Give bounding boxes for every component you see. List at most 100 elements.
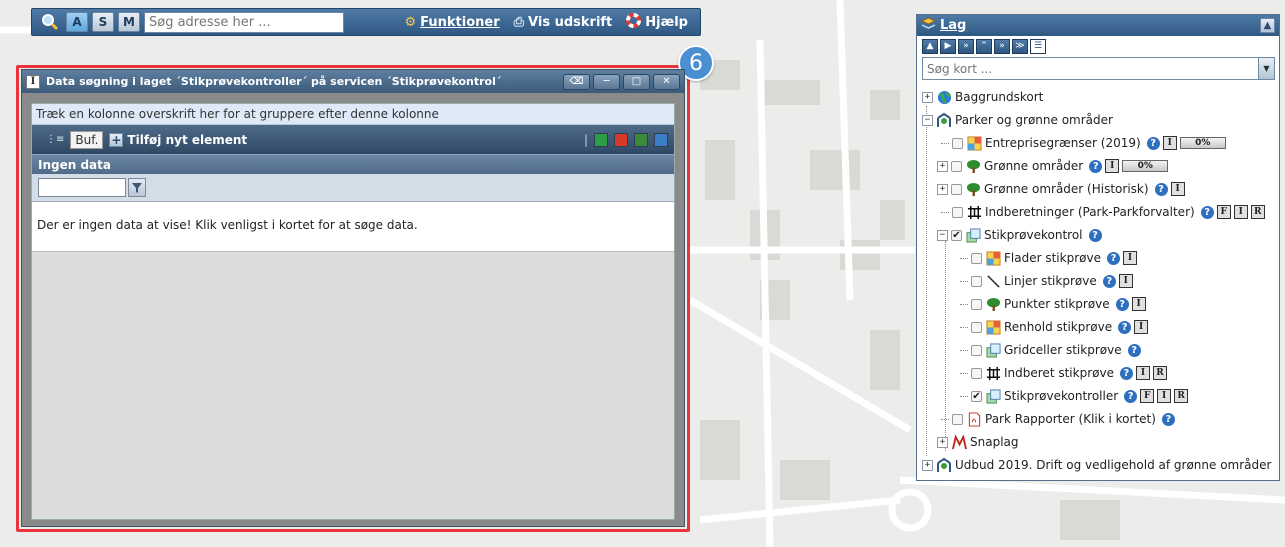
opacity-slider[interactable]: 0%	[1122, 160, 1169, 172]
window-titlebar[interactable]: I Data søgning i laget ´Stikprøvekontrol…	[22, 70, 684, 93]
info-i-button[interactable]: I	[1131, 297, 1146, 311]
expand-toggle[interactable]: +	[937, 436, 948, 448]
help-icon[interactable]: ?	[1124, 389, 1138, 403]
info-i-button[interactable]: I	[1105, 159, 1120, 173]
buf-button[interactable]: Buf.	[70, 130, 104, 149]
info-i-button[interactable]: I	[1122, 251, 1137, 265]
help-icon[interactable]: ?	[1102, 274, 1116, 288]
filter-input[interactable]	[38, 178, 126, 197]
layer-groenne-omraader-historisk[interactable]: + Grønne områder (Historisk) ? I	[937, 178, 1185, 200]
opacity-slider[interactable]: 0%	[1179, 137, 1226, 149]
help-icon[interactable]: ?	[1127, 343, 1141, 357]
excel-export-icon[interactable]	[594, 132, 608, 147]
expand-right-icon[interactable]: »	[994, 38, 1010, 54]
layer-linjer-stikproeve[interactable]: Linjer stikprøve ? I	[960, 270, 1133, 292]
expand-toggle[interactable]: +	[937, 183, 948, 195]
layer-entreprisegraenser[interactable]: Entreprisegrænser (2019) ? I 0%	[941, 132, 1226, 154]
help-icon[interactable]: ?	[1115, 297, 1129, 311]
help-icon[interactable]: ?	[1200, 205, 1214, 219]
group-hint[interactable]: Træk en kolonne overskrift her for at gr…	[32, 104, 674, 125]
zoom-search-icon[interactable]	[38, 12, 62, 32]
filter-f-button[interactable]: F	[1140, 389, 1155, 403]
help-icon[interactable]: ?	[1146, 136, 1160, 150]
report-r-button[interactable]: R	[1174, 389, 1189, 403]
dropdown-arrow-icon[interactable]: ▼	[1258, 58, 1274, 79]
add-element-button[interactable]: + Tilføj nyt element	[109, 132, 247, 147]
csv-export-icon[interactable]	[634, 132, 648, 147]
layer-checkbox-checked[interactable]: ✔	[951, 229, 962, 241]
hjaelp-link[interactable]: Hjælp	[626, 12, 688, 32]
layer-checkbox[interactable]	[952, 206, 963, 218]
expand-toggle[interactable]: +	[922, 91, 933, 103]
layer-gridceller-stikproeve[interactable]: Gridceller stikprøve ?	[960, 339, 1141, 361]
layer-groenne-omraader[interactable]: + Grønne områder ? I 0%	[937, 155, 1169, 177]
map-export-icon[interactable]	[654, 132, 668, 147]
collapse-panel-button[interactable]: ▲	[1260, 18, 1275, 33]
expand-toggle[interactable]: −	[922, 114, 933, 126]
layer-parker-groenne-omraader[interactable]: − Parker og grønne områder	[922, 109, 1113, 131]
fast-forward-icon[interactable]: »	[958, 38, 974, 54]
layer-snaplag[interactable]: + Snaplag	[937, 431, 1019, 453]
help-icon[interactable]: ?	[1106, 251, 1120, 265]
layer-stikproevekontroller[interactable]: ✔ Stikprøvekontroller ? F I R	[960, 385, 1189, 407]
key-m-button[interactable]: M	[118, 12, 140, 32]
pin-button[interactable]: ⌫	[563, 73, 590, 90]
layer-punkter-stikproeve[interactable]: Punkter stikprøve ? I	[960, 293, 1146, 315]
maximize-button[interactable]: □	[623, 73, 650, 90]
layer-checkbox[interactable]	[971, 298, 982, 310]
report-r-button[interactable]: R	[1250, 205, 1265, 219]
layer-stikproevekontrol[interactable]: − ✔ Stikprøvekontrol ?	[937, 224, 1102, 246]
layer-renhold-stikproeve[interactable]: Renhold stikprøve ? I	[960, 316, 1149, 338]
filter-icon[interactable]	[128, 178, 146, 197]
help-icon[interactable]: ?	[1088, 228, 1102, 242]
layer-checkbox[interactable]	[951, 160, 962, 172]
layer-checkbox[interactable]	[971, 275, 982, 287]
info-i-button[interactable]: I	[1134, 320, 1149, 334]
expand-toggle[interactable]: +	[937, 160, 948, 172]
key-s-button[interactable]: S	[92, 12, 114, 32]
address-search-input[interactable]	[144, 11, 344, 33]
layer-udbud-2019[interactable]: + Udbud 2019. Drift og vedligehold af gr…	[922, 454, 1271, 476]
info-i-button[interactable]: I	[1162, 136, 1177, 150]
layer-flader-stikproeve[interactable]: Flader stikprøve ? I	[960, 247, 1137, 269]
info-i-button[interactable]: I	[1233, 205, 1248, 219]
layer-checkbox[interactable]	[971, 321, 982, 333]
layer-park-rapporter[interactable]: Park Rapporter (Klik i kortet) ?	[941, 408, 1175, 430]
layer-baggrundskort[interactable]: + Baggrundskort	[922, 86, 1043, 108]
help-icon[interactable]: ?	[1119, 366, 1133, 380]
help-icon[interactable]: ?	[1118, 320, 1132, 334]
nodata-column-header[interactable]: Ingen data	[32, 154, 674, 174]
layer-checkbox[interactable]	[971, 344, 982, 356]
help-icon[interactable]: ?	[1154, 182, 1168, 196]
pdf-export-icon[interactable]	[614, 132, 628, 147]
report-r-button[interactable]: R	[1152, 366, 1167, 380]
close-button[interactable]: ✕	[653, 73, 680, 90]
toggle-icon[interactable]: ▶	[940, 38, 956, 54]
expand-up-icon[interactable]: ⌃	[976, 38, 992, 54]
layer-panel-titlebar[interactable]: Lag ▲	[917, 15, 1279, 36]
layer-checkbox[interactable]	[951, 183, 962, 195]
layer-search-input[interactable]	[923, 58, 1258, 79]
layer-checkbox[interactable]	[952, 137, 963, 149]
minimize-button[interactable]: ─	[593, 73, 620, 90]
layer-checkbox[interactable]	[971, 252, 982, 264]
help-icon[interactable]: ?	[1161, 412, 1175, 426]
info-i-button[interactable]: I	[1135, 366, 1150, 380]
expand-toggle[interactable]: −	[937, 229, 948, 241]
legend-list-icon[interactable]: ☰	[1030, 38, 1046, 54]
layer-checkbox[interactable]	[952, 413, 963, 425]
info-i-button[interactable]: I	[1157, 389, 1172, 403]
expand-all-icon[interactable]: ≫	[1012, 38, 1028, 54]
info-i-button[interactable]: I	[1170, 182, 1185, 196]
vis-udskrift-link[interactable]: ⎙ Vis udskrift	[514, 15, 613, 30]
layer-indberetninger[interactable]: Indberetninger (Park-Parkforvalter) ? F …	[941, 201, 1265, 223]
layer-indberet-stikproeve[interactable]: Indberet stikprøve ? I R	[960, 362, 1167, 384]
collapse-all-icon[interactable]: ▲	[922, 38, 938, 54]
funktioner-link[interactable]: ⚙ Funktioner	[404, 15, 499, 30]
layer-checkbox[interactable]	[971, 367, 982, 379]
filter-f-button[interactable]: F	[1216, 205, 1231, 219]
key-a-button[interactable]: A	[66, 12, 88, 32]
expand-toggle[interactable]: +	[922, 459, 933, 471]
info-i-button[interactable]: I	[1118, 274, 1133, 288]
help-icon[interactable]: ?	[1089, 159, 1103, 173]
